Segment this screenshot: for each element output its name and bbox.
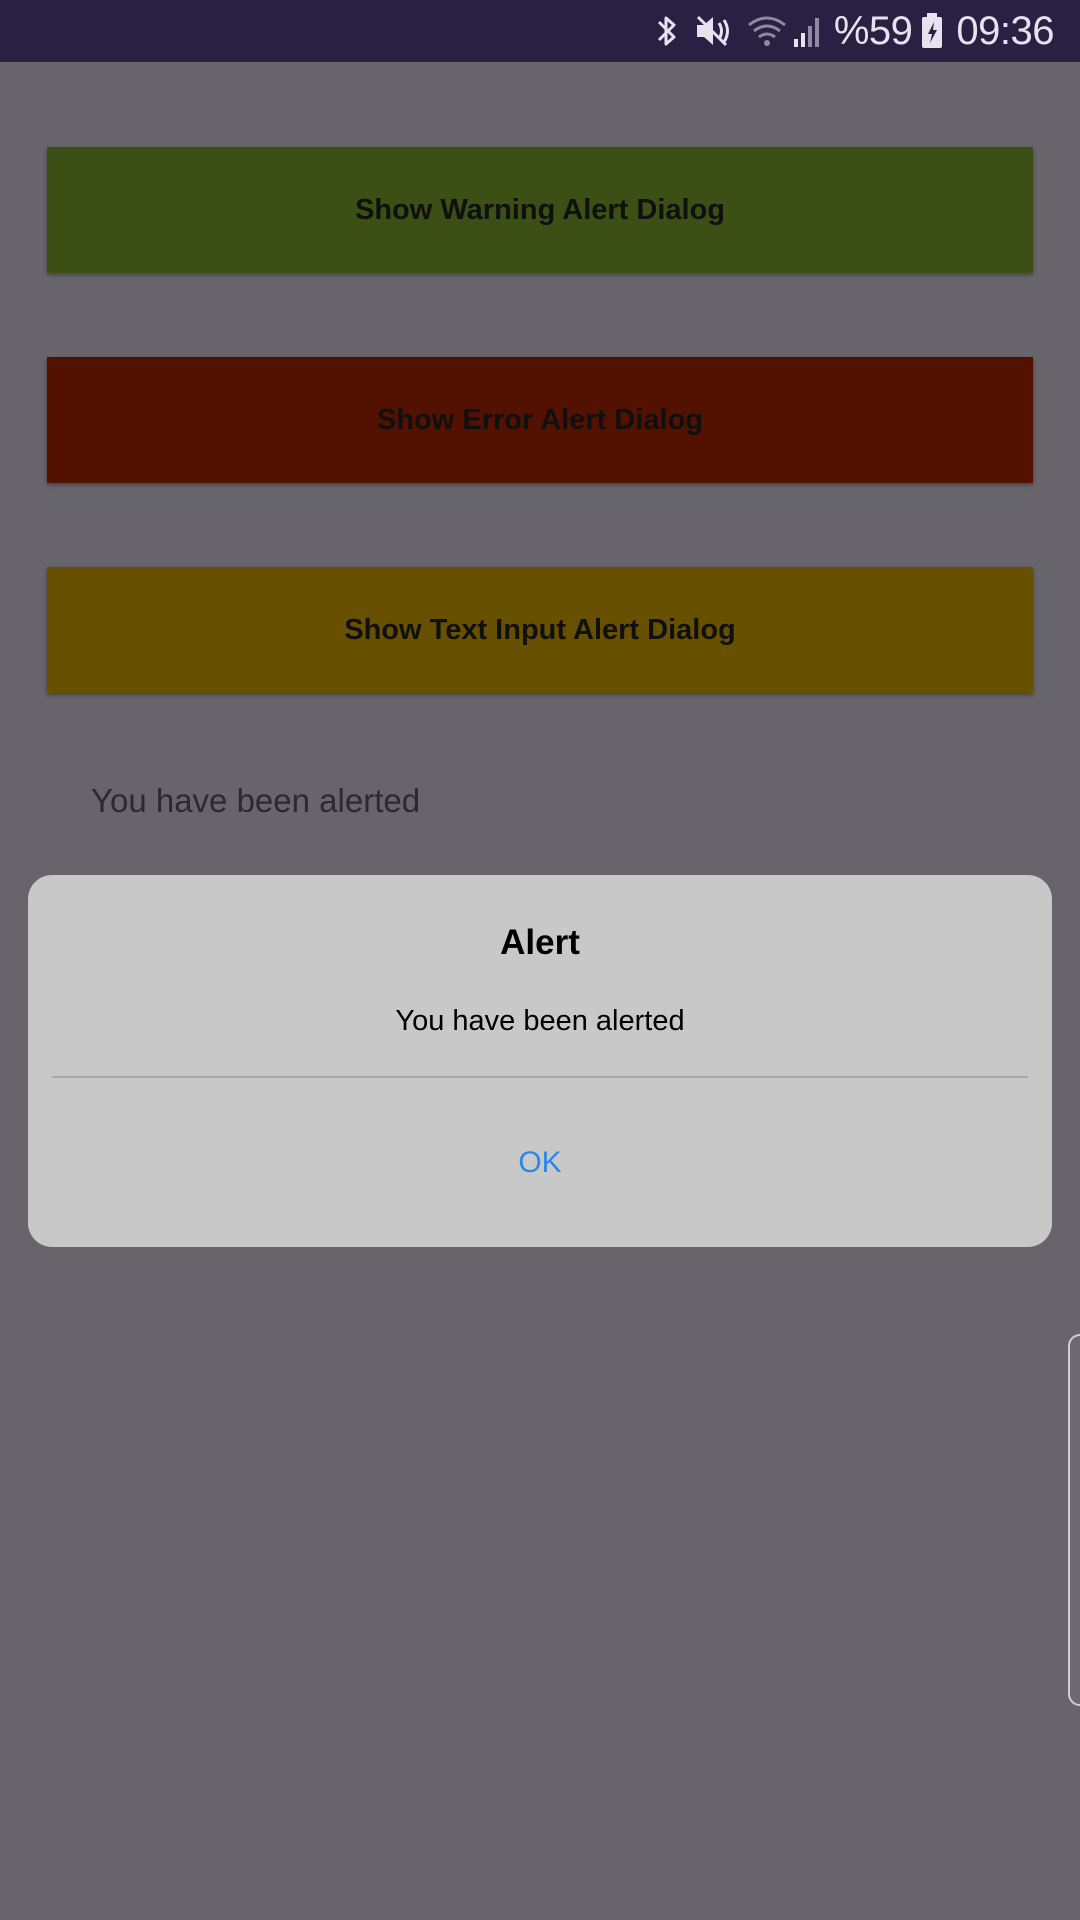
result-text: You have been alerted bbox=[91, 782, 421, 819]
bluetooth-icon bbox=[654, 13, 680, 49]
dialog-message: You have been alerted bbox=[395, 1005, 685, 1037]
wifi-icon bbox=[746, 13, 788, 49]
alert-dialog: Alert You have been alerted OK bbox=[28, 875, 1052, 1247]
mute-icon bbox=[694, 13, 732, 49]
edge-panel-handle[interactable] bbox=[1068, 1334, 1080, 1706]
clock: 09:36 bbox=[956, 8, 1054, 53]
ok-button[interactable]: OK bbox=[28, 1079, 1052, 1247]
show-warning-alert-button[interactable]: Show Warning Alert Dialog bbox=[47, 147, 1033, 273]
battery-percentage: %59 bbox=[833, 8, 913, 53]
status-bar: %59 09:36 bbox=[0, 0, 1080, 62]
dialog-divider bbox=[52, 1076, 1028, 1078]
show-text-input-alert-button[interactable]: Show Text Input Alert Dialog bbox=[47, 567, 1033, 693]
show-error-alert-button[interactable]: Show Error Alert Dialog bbox=[47, 357, 1033, 483]
signal-icon bbox=[792, 13, 822, 49]
dialog-title: Alert bbox=[500, 923, 580, 962]
battery-charging-icon bbox=[920, 12, 944, 50]
